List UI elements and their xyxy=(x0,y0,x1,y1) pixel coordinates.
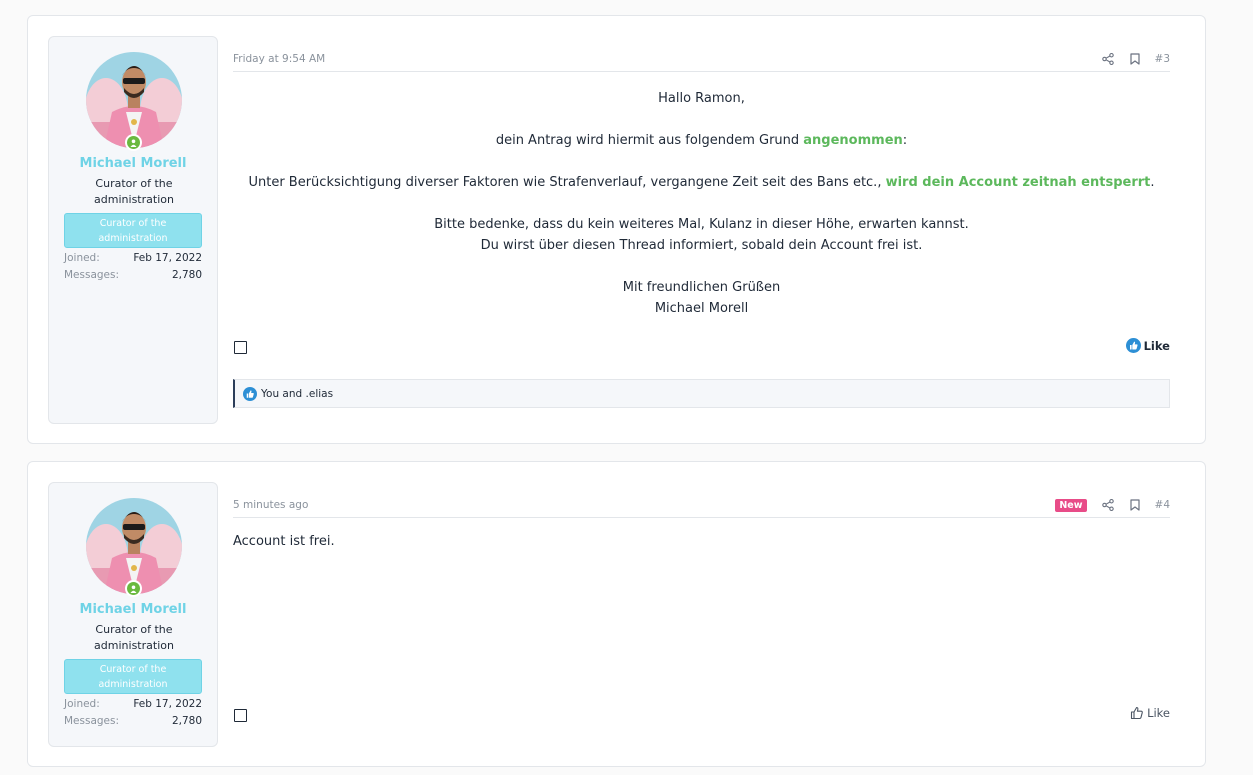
username[interactable]: Michael Morell xyxy=(49,602,217,617)
body-greeting: Hallo Ramon, xyxy=(658,91,745,106)
post-3: Michael Morell Curator of the administra… xyxy=(27,15,1206,444)
body-line-4: Bitte bedenke, dass du kein weiteres Mal… xyxy=(434,217,969,253)
post-date[interactable]: Friday at 9:54 AM xyxy=(233,53,325,65)
post-main: 5 minutes ago New #4 Account ist frei. L… xyxy=(233,462,1170,766)
messages-label: Messages: xyxy=(64,715,120,727)
like-button[interactable]: Like xyxy=(1125,338,1170,353)
body-signature: Michael Morell xyxy=(654,301,749,316)
username[interactable]: Michael Morell xyxy=(49,156,217,171)
post-number[interactable]: #4 xyxy=(1155,499,1170,511)
joined-label: Joined: xyxy=(64,698,100,710)
avatar[interactable] xyxy=(86,498,182,597)
new-badge: New xyxy=(1055,498,1087,512)
user-title: Curator of the administration xyxy=(94,623,174,652)
messages-value: 2,780 xyxy=(171,269,202,281)
post-body: Hallo Ramon, dein Antrag wird hiermit au… xyxy=(233,88,1170,340)
bookmark-icon[interactable] xyxy=(1128,498,1142,512)
post-actions: #3 xyxy=(1088,51,1170,67)
online-status-icon xyxy=(125,580,142,597)
joined-label: Joined: xyxy=(64,252,100,264)
messages-stat: Messages: 2,780 xyxy=(64,269,202,281)
highlight-unban: wird dein Account zeitnah entsperrt xyxy=(885,175,1151,190)
user-banner: Curator of the administration xyxy=(64,213,202,248)
select-checkbox[interactable] xyxy=(234,709,247,722)
body-closing: Mit freundlichen Grüßen Michael Morell xyxy=(622,280,781,316)
user-banner: Curator of the administration xyxy=(64,659,202,694)
select-checkbox[interactable] xyxy=(234,341,247,354)
post-header: Friday at 9:54 AM #3 xyxy=(233,51,1170,72)
bookmark-icon[interactable] xyxy=(1128,52,1142,66)
body-line-5: Du wirst über diesen Thread informiert, … xyxy=(480,238,923,253)
post-actions: New #4 xyxy=(1055,497,1170,513)
messages-label: Messages: xyxy=(64,269,120,281)
share-icon[interactable] xyxy=(1101,498,1115,512)
online-status-icon xyxy=(125,134,142,151)
joined-stat: Joined: Feb 17, 2022 xyxy=(64,252,202,264)
post-main: Friday at 9:54 AM #3 Hallo Ramon, dein A… xyxy=(233,16,1170,443)
like-button[interactable]: Like xyxy=(1130,706,1170,720)
post-header: 5 minutes ago New #4 xyxy=(233,497,1170,518)
reactions-bar[interactable]: You and .elias xyxy=(233,379,1170,408)
post-date[interactable]: 5 minutes ago xyxy=(233,499,308,511)
share-icon[interactable] xyxy=(1101,52,1115,66)
like-label[interactable]: Like xyxy=(1147,706,1170,720)
joined-value: Feb 17, 2022 xyxy=(133,252,202,264)
joined-value: Feb 17, 2022 xyxy=(133,698,202,710)
avatar[interactable] xyxy=(86,52,182,151)
post-4: Michael Morell Curator of the administra… xyxy=(27,461,1206,767)
reactions-text[interactable]: You and .elias xyxy=(261,388,333,400)
user-cell: Michael Morell Curator of the administra… xyxy=(48,482,218,747)
post-number[interactable]: #3 xyxy=(1155,53,1170,65)
user-cell: Michael Morell Curator of the administra… xyxy=(48,36,218,424)
post-body: Account ist frei. xyxy=(233,534,335,549)
messages-stat: Messages: 2,780 xyxy=(64,715,202,727)
body-line-2: dein Antrag wird hiermit aus folgendem G… xyxy=(495,133,908,148)
body-line-3: Unter Berücksichtigung diverser Faktoren… xyxy=(248,175,1155,190)
user-title: Curator of the administration xyxy=(94,177,174,206)
messages-value: 2,780 xyxy=(171,715,202,727)
highlight-accepted: angenommen xyxy=(803,133,903,148)
thumbs-up-icon xyxy=(243,386,257,401)
like-label[interactable]: Like xyxy=(1144,339,1170,353)
thumbs-up-icon xyxy=(1125,338,1141,353)
thumbs-up-icon xyxy=(1131,706,1143,720)
joined-stat: Joined: Feb 17, 2022 xyxy=(64,698,202,710)
